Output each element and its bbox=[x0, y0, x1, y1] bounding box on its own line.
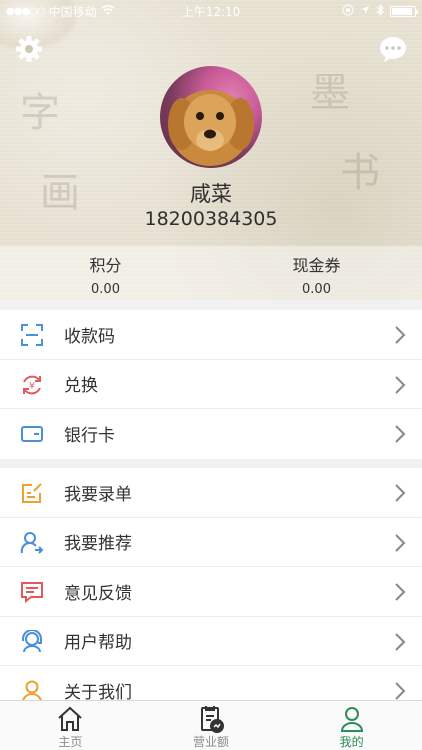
menu-group-general: 我要录单 我要推荐 意见反馈 用户帮助 关于我们 bbox=[0, 468, 422, 716]
menu-item-label: 兑换 bbox=[64, 376, 98, 397]
chevron-right-icon bbox=[394, 424, 406, 444]
menu-item-label: 我要录单 bbox=[64, 484, 132, 505]
menu-item-enter-order[interactable]: 我要录单 bbox=[0, 468, 422, 518]
svg-text:¥: ¥ bbox=[29, 381, 35, 391]
chevron-right-icon bbox=[394, 533, 406, 553]
chevron-right-icon bbox=[394, 325, 406, 345]
chevron-right-icon bbox=[394, 375, 406, 395]
menu-item-payment-code[interactable]: 收款码 bbox=[0, 310, 422, 360]
cash-coupon-label: 现金券 bbox=[292, 256, 341, 275]
calligraphy-decoration: 字 bbox=[20, 90, 60, 136]
chevron-right-icon bbox=[394, 582, 406, 602]
stats-bar: 积分 0.00 现金券 0.00 bbox=[0, 246, 422, 300]
bottom-tab-bar: 主页 营业额 我的 bbox=[0, 700, 422, 750]
chevron-right-icon bbox=[394, 681, 406, 701]
status-bar: ●●●○○ 中国移动 上午12:10 bbox=[0, 0, 422, 22]
points-label: 积分 bbox=[89, 256, 122, 275]
profile-header: 字 墨 书 画 ●●●○○ 中国移动 上午12:10 咸菜 1820038430… bbox=[0, 0, 422, 300]
avatar[interactable] bbox=[160, 66, 262, 168]
message-bubble-icon[interactable] bbox=[378, 34, 408, 64]
points-stat[interactable]: 积分 0.00 bbox=[0, 246, 211, 300]
phone-number: 18200384305 bbox=[144, 208, 278, 230]
tab-home[interactable]: 主页 bbox=[0, 701, 141, 750]
points-value: 0.00 bbox=[91, 282, 120, 297]
calligraphy-decoration: 墨 bbox=[310, 70, 350, 116]
home-icon bbox=[58, 706, 83, 731]
tab-revenue[interactable]: 营业额 bbox=[141, 701, 282, 750]
menu-item-label: 用户帮助 bbox=[64, 633, 132, 654]
tab-label: 我的 bbox=[339, 735, 364, 749]
chevron-right-icon bbox=[394, 632, 406, 652]
location-icon bbox=[360, 4, 370, 18]
bluetooth-icon bbox=[376, 3, 384, 19]
exchange-icon: ¥ bbox=[20, 373, 44, 397]
menu-item-label: 我要推荐 bbox=[64, 534, 132, 555]
menu-item-user-help[interactable]: 用户帮助 bbox=[0, 617, 422, 666]
menu-item-label: 意见反馈 bbox=[64, 583, 132, 604]
menu-item-exchange[interactable]: ¥ 兑换 bbox=[0, 360, 422, 409]
settings-gear-icon[interactable] bbox=[14, 34, 44, 64]
profile-icon bbox=[340, 707, 363, 732]
menu-item-label: 收款码 bbox=[64, 326, 115, 347]
orientation-lock-icon bbox=[342, 4, 354, 19]
battery-icon bbox=[390, 5, 418, 17]
username: 咸菜 bbox=[190, 182, 232, 206]
scan-icon bbox=[20, 323, 44, 347]
cash-coupon-stat[interactable]: 现金券 0.00 bbox=[211, 246, 422, 300]
help-icon bbox=[20, 628, 44, 654]
menu-item-recommend[interactable]: 我要推荐 bbox=[0, 518, 422, 567]
menu-item-feedback[interactable]: 意见反馈 bbox=[0, 567, 422, 617]
menu-item-label: 银行卡 bbox=[64, 426, 115, 447]
menu-group-payment: 收款码 ¥ 兑换 银行卡 bbox=[0, 310, 422, 459]
revenue-icon bbox=[201, 706, 224, 733]
feedback-icon bbox=[20, 580, 44, 604]
bank-card-icon bbox=[20, 422, 44, 446]
menu-item-bank-card[interactable]: 银行卡 bbox=[0, 409, 422, 459]
tab-label: 主页 bbox=[58, 735, 83, 749]
recommend-icon bbox=[20, 531, 44, 555]
tab-label: 营业额 bbox=[193, 735, 230, 749]
edit-order-icon bbox=[20, 481, 44, 505]
cash-coupon-value: 0.00 bbox=[302, 282, 331, 297]
chevron-right-icon bbox=[394, 483, 406, 503]
tab-mine[interactable]: 我的 bbox=[281, 701, 422, 750]
